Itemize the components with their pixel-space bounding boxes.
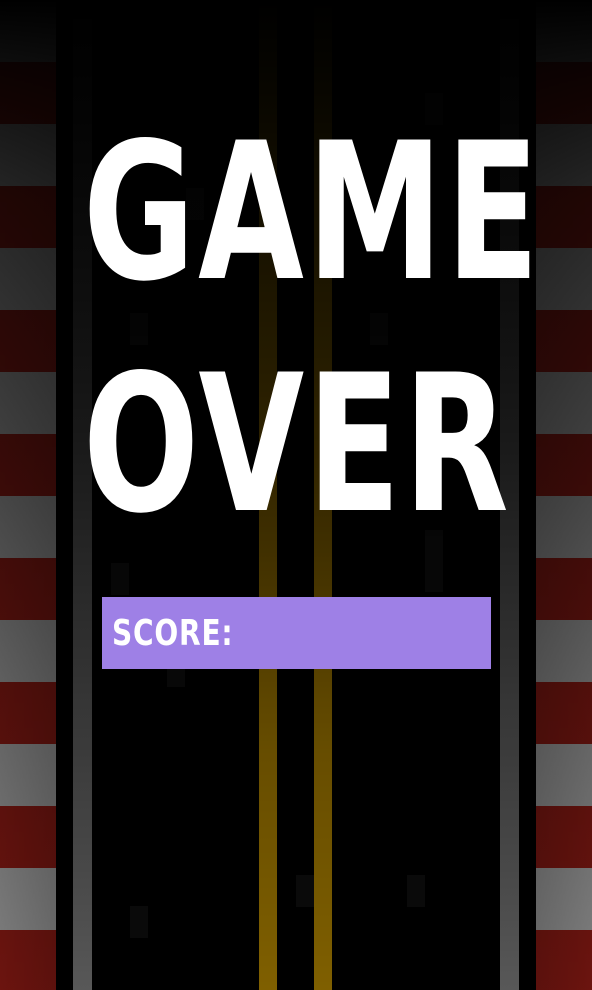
road-speck	[130, 906, 148, 938]
score-bar: SCORE:	[102, 597, 491, 669]
game-stage: GAME OVER SCORE:	[0, 0, 592, 990]
road-speck	[111, 563, 129, 595]
game-over-title-line-2: OVER	[82, 334, 512, 555]
road-speck	[407, 875, 425, 907]
score-label: SCORE:	[112, 612, 234, 654]
game-over-title-line-1: GAME	[82, 102, 543, 323]
left-curb-shade	[0, 0, 56, 990]
road-speck	[296, 875, 314, 907]
right-curb-shade	[536, 0, 592, 990]
